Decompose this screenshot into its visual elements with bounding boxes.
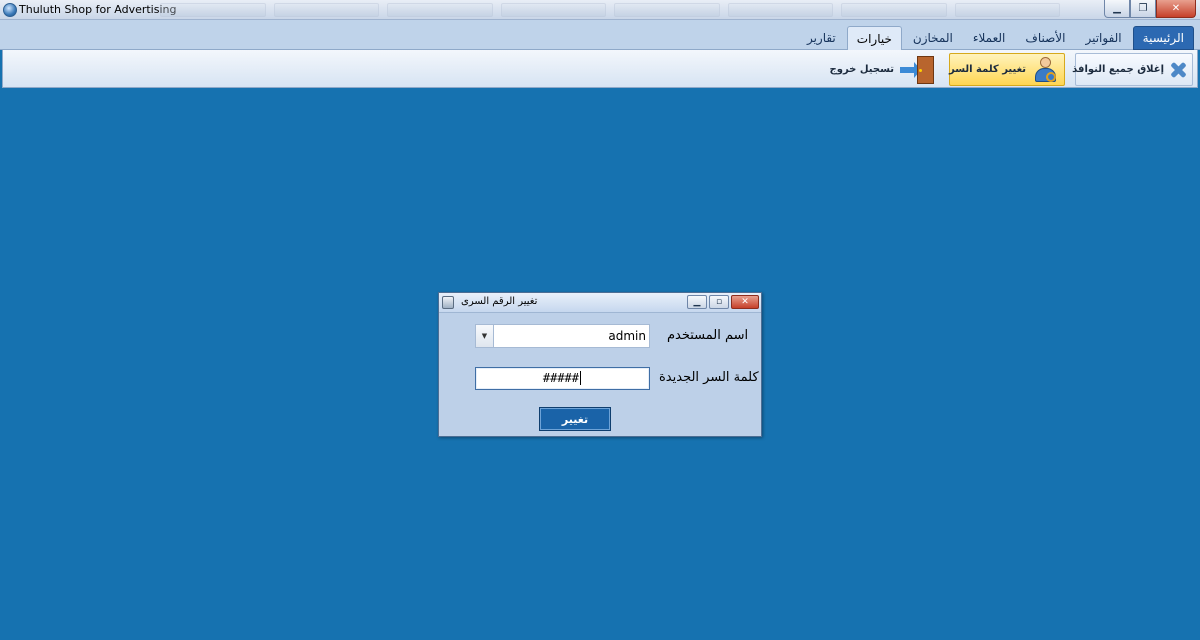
change-submit-button[interactable]: تغيير — [539, 407, 611, 431]
change-password-button[interactable]: تغيير كلمة السر — [949, 53, 1065, 86]
tab-4[interactable]: المخازن — [904, 26, 962, 50]
minimize-button[interactable]: ▁ — [1104, 0, 1130, 18]
app-globe-icon — [3, 3, 17, 17]
tab-3[interactable]: العملاء — [964, 26, 1015, 50]
user-key-icon — [1032, 56, 1058, 84]
tab-1[interactable]: الفواتير — [1076, 26, 1130, 50]
close-x-icon — [1170, 62, 1186, 78]
window-title: Thuluth Shop for Advertising — [19, 3, 177, 16]
tab-6[interactable]: تقارير — [798, 26, 845, 50]
username-label: اسم المستخدم — [667, 328, 749, 343]
new-password-label: كلمة السر الجديدة — [659, 370, 759, 385]
ribbon-tab-bar: الرئيسية الفواتير الأصناف العملاء المخازن خيا… — [0, 20, 1200, 51]
dialog-close-button[interactable]: ✕ — [731, 295, 759, 309]
close-all-windows-button[interactable]: إغلاق جميع النوافذ — [1072, 53, 1193, 86]
dialog-title: تغيير الرقم السرى — [461, 296, 538, 307]
close-all-windows-label: إغلاق جميع النوافذ — [1072, 64, 1164, 75]
new-password-field[interactable]: ##### — [475, 367, 650, 390]
background-taskbar-ghost — [160, 3, 1060, 17]
window-title-bar: Thuluth Shop for Advertising ▁ ❐ ✕ — [0, 0, 1200, 20]
logout-button[interactable]: تسجيل خروج — [813, 53, 941, 86]
dialog-app-icon — [442, 296, 454, 309]
dialog-maximize-button[interactable]: ▫ — [709, 295, 729, 309]
change-password-label: تغيير كلمة السر — [949, 64, 1026, 75]
dialog-window-controls: ▁ ▫ ✕ — [687, 295, 759, 309]
tab-5[interactable]: خيارات — [846, 26, 902, 51]
close-button[interactable]: ✕ — [1156, 0, 1196, 18]
change-password-dialog: تغيير الرقم السرى ▁ ▫ ✕ اسم المستخدم ▼ a… — [438, 292, 762, 437]
password-value: ##### — [542, 371, 581, 385]
username-combobox[interactable]: ▼ admin — [475, 324, 650, 348]
door-exit-icon — [900, 55, 934, 84]
tab-0[interactable]: الرئيسية — [1132, 26, 1194, 50]
logout-label: تسجيل خروج — [829, 64, 894, 75]
dialog-title-bar: تغيير الرقم السرى ▁ ▫ ✕ — [439, 293, 761, 313]
ribbon-panel: إغلاق جميع النوافذ تغيير كلمة السر تسجيل… — [2, 50, 1198, 88]
chevron-down-icon[interactable]: ▼ — [476, 325, 494, 347]
tab-2[interactable]: الأصناف — [1016, 26, 1074, 50]
restore-button[interactable]: ❐ — [1130, 0, 1156, 18]
window-controls: ▁ ❐ ✕ — [1104, 0, 1196, 18]
dialog-minimize-button[interactable]: ▁ — [687, 295, 707, 309]
username-value: admin — [608, 329, 646, 343]
ribbon-tabs: الرئيسية الفواتير الأصناف العملاء المخازن خيا… — [798, 26, 1194, 51]
